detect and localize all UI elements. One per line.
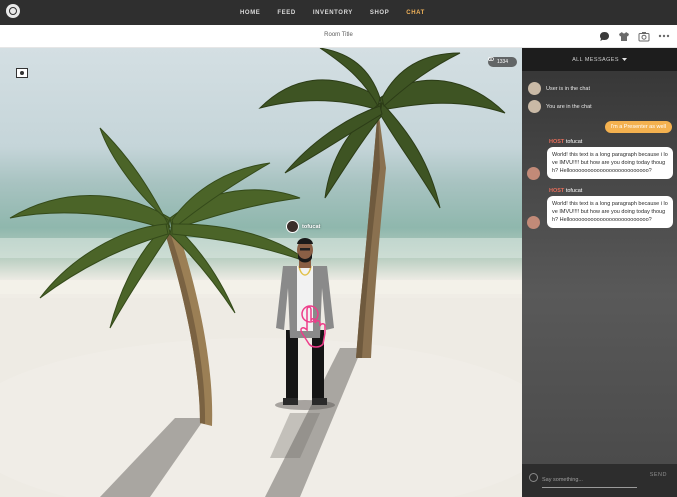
chat-panel: ALL MESSAGES User is in the chat You are… <box>522 48 677 497</box>
chat-message: HOST tofucat World! this text is a long … <box>527 139 673 184</box>
system-message: User is in the chat <box>528 82 590 95</box>
nav-shop[interactable]: SHOP <box>370 10 389 16</box>
message-bubble: World! this text is a long paragraph bec… <box>547 196 673 228</box>
message-username[interactable]: tofucat <box>566 188 583 194</box>
nav-inventory[interactable]: INVENTORY <box>313 10 353 16</box>
emoji-icon[interactable] <box>529 473 538 482</box>
avatar-name-tag[interactable]: tofucat <box>286 220 320 233</box>
more-icon[interactable] <box>658 30 670 42</box>
avatar-name: tofucat <box>302 223 321 230</box>
nav-chat[interactable]: CHAT <box>406 10 425 16</box>
chat-message-input[interactable] <box>542 472 637 488</box>
chat-bubble-icon[interactable] <box>598 30 610 42</box>
avatar[interactable] <box>527 216 540 229</box>
host-tag: HOST <box>549 188 565 194</box>
system-message: You are in the chat <box>528 100 592 113</box>
system-message-text: You are in the chat <box>546 103 592 110</box>
chat-message: HOST tofucat World! this text is a long … <box>527 188 673 233</box>
beach-scene-art <box>0 48 522 497</box>
room-header: Room Title <box>0 25 677 48</box>
room-title: Room Title <box>324 32 353 38</box>
chat-filter-label: ALL MESSAGES <box>572 56 619 63</box>
nav-home[interactable]: HOME <box>240 10 260 16</box>
nav-feed[interactable]: FEED <box>277 10 295 16</box>
chevron-down-icon <box>621 58 627 61</box>
message-author: HOST tofucat <box>549 139 582 145</box>
app-logo-icon[interactable] <box>6 4 20 18</box>
camera-icon[interactable] <box>638 30 650 42</box>
chat-filter-dropdown[interactable]: ALL MESSAGES <box>522 48 677 71</box>
camera-view-icon[interactable] <box>16 68 28 78</box>
chat-input-bar: SEND <box>522 464 677 497</box>
message-username[interactable]: tofucat <box>566 139 583 145</box>
my-message-bubble: I'm a Presenter as well <box>604 121 672 133</box>
viewer-count-badge: 1334 <box>488 57 517 67</box>
message-author: HOST tofucat <box>549 188 582 194</box>
room-actions <box>598 30 670 42</box>
top-nav-bar: HOME FEED INVENTORY SHOP CHAT <box>0 0 677 25</box>
avatar <box>286 220 299 233</box>
avatar <box>528 82 541 95</box>
main-nav: HOME FEED INVENTORY SHOP CHAT <box>240 0 425 25</box>
avatar[interactable] <box>527 167 540 180</box>
message-bubble: World! this text is a long paragraph bec… <box>547 147 673 179</box>
send-button[interactable]: SEND <box>650 472 667 478</box>
shirt-icon[interactable] <box>618 30 630 42</box>
eye-icon <box>488 57 494 61</box>
system-message-text: User is in the chat <box>546 85 591 92</box>
room-scene[interactable]: 1334 tofucat <box>0 48 522 497</box>
host-tag: HOST <box>549 139 565 145</box>
avatar <box>528 100 541 113</box>
viewer-count: 1334 <box>496 59 509 65</box>
